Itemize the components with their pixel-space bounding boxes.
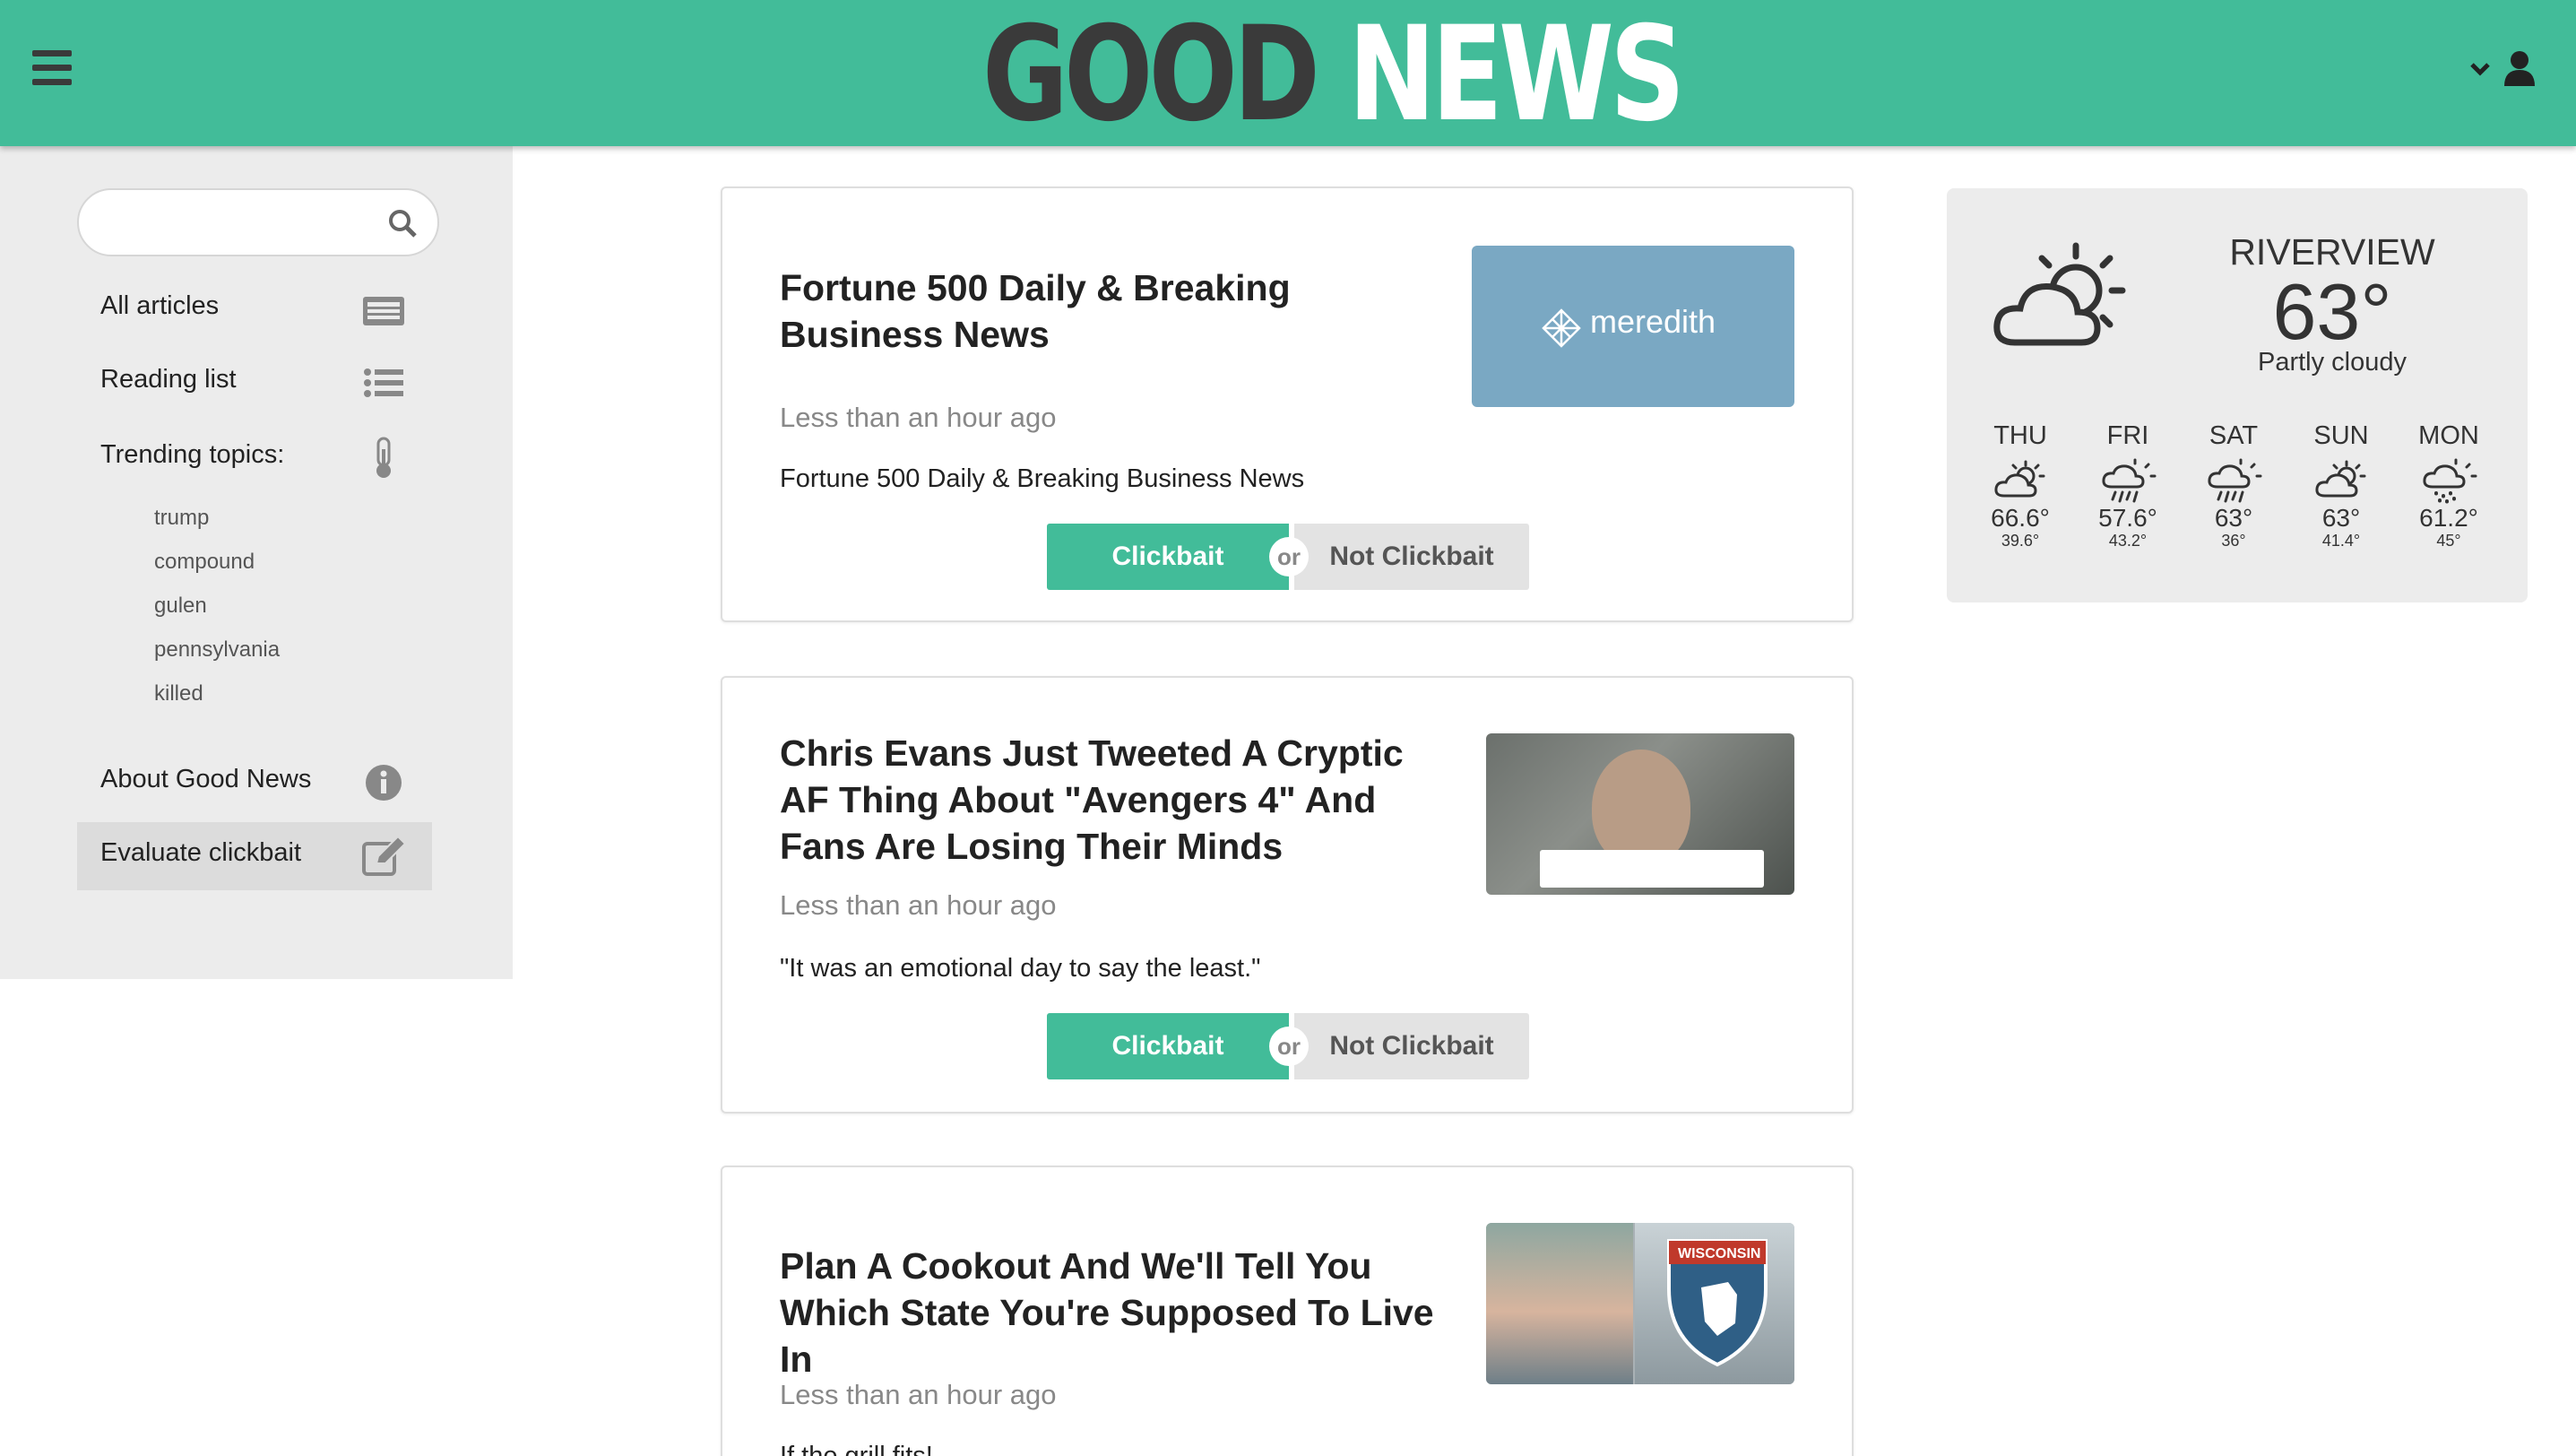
sidebar-item-evaluate-clickbait[interactable]: Evaluate clickbait (77, 822, 432, 890)
logo-good: GOOD (982, 0, 1320, 151)
sidebar-item-label: About Good News (100, 765, 312, 793)
photo-person (1486, 1223, 1633, 1384)
forecast-day-name: FRI (2106, 421, 2149, 450)
logo-news: NEWS (1348, 0, 1685, 151)
article-description: "It was an emotional day to say the leas… (780, 954, 1261, 983)
tweet-overlay (1540, 850, 1764, 888)
not-clickbait-button[interactable]: Not Clickbait (1294, 1013, 1529, 1079)
forecast-day: SUN 63° 41.4° (2293, 421, 2390, 550)
sidebar-item-label: Trending topics: (100, 440, 285, 469)
sidebar-item-trending-topics[interactable]: Trending topics: (77, 424, 432, 492)
article-description: Fortune 500 Daily & Breaking Business Ne… (780, 464, 1305, 493)
article-thumbnail[interactable]: WISCONSIN (1486, 1223, 1794, 1384)
forecast-day: THU 66.6° 39.6° (1972, 421, 2069, 550)
sidebar-item-label: Reading list (100, 365, 237, 394)
sidebar: All articles Reading list Trending topic… (0, 146, 513, 979)
or-separator: or (1269, 1027, 1309, 1066)
topic-link[interactable]: killed (154, 672, 280, 715)
edit-icon (362, 835, 407, 876)
hamburger-menu-icon[interactable] (32, 50, 72, 86)
forecast-day: SAT 63° 36° (2185, 421, 2282, 550)
sidebar-item-label: Evaluate clickbait (100, 838, 302, 867)
article-title[interactable]: Plan A Cookout And We'll Tell You Which … (780, 1243, 1461, 1382)
meredith-logo-icon (1542, 308, 1581, 348)
article-title[interactable]: Chris Evans Just Tweeted A Cryptic AF Th… (780, 730, 1461, 870)
article-thumbnail[interactable]: meredith (1472, 246, 1794, 407)
thermometer-icon (376, 437, 391, 478)
article-time: Less than an hour ago (780, 1379, 1057, 1410)
forecast-day: MON 61.2° 45° (2400, 421, 2497, 550)
info-icon (366, 765, 402, 801)
forecast-high: 63° (2321, 504, 2361, 532)
forecast-low: 45° (2436, 532, 2461, 550)
clickbait-vote: Clickbait or Not Clickbait (1047, 524, 1529, 590)
article-title[interactable]: Fortune 500 Daily & Breaking Business Ne… (780, 264, 1461, 358)
article-time: Less than an hour ago (780, 889, 1057, 921)
article-card: Plan A Cookout And We'll Tell You Which … (721, 1166, 1854, 1456)
forecast-low: 39.6° (2001, 532, 2040, 550)
article-thumbnail[interactable] (1486, 733, 1794, 895)
forecast-high: 63° (2214, 504, 2253, 532)
trending-topics-list: trump compound gulen pennsylvania killed (154, 496, 280, 715)
topic-link[interactable]: pennsylvania (154, 628, 280, 672)
article-card: Fortune 500 Daily & Breaking Business Ne… (721, 186, 1854, 622)
forecast-day-name: SAT (2209, 421, 2259, 450)
article-time: Less than an hour ago (780, 402, 1057, 433)
snow-icon (2423, 458, 2477, 504)
forecast-day-name: THU (1993, 421, 2047, 450)
article-description: If the grill fits! (780, 1442, 933, 1456)
clickbait-vote: Clickbait or Not Clickbait (1047, 1013, 1529, 1079)
chevron-down-icon[interactable] (2468, 57, 2492, 81)
not-clickbait-button[interactable]: Not Clickbait (1294, 524, 1529, 590)
search-input[interactable] (100, 203, 369, 242)
forecast-day-name: SUN (2313, 421, 2369, 450)
sidebar-item-all-articles[interactable]: All articles (77, 275, 432, 343)
newspaper-icon (363, 297, 404, 325)
forecast-high: 61.2° (2419, 504, 2478, 532)
weather-widget: RIVERVIEW 63° Partly cloudy THU 66.6° 39… (1947, 188, 2528, 602)
forecast-low: 43.2° (2108, 532, 2148, 550)
topic-link[interactable]: compound (154, 540, 280, 584)
list-icon (364, 368, 403, 397)
sidebar-item-reading-list[interactable]: Reading list (77, 349, 432, 417)
sign-text: WISCONSIN (1678, 1246, 1761, 1261)
partly-cloudy-icon (1994, 460, 2045, 498)
forecast-day-name: MON (2418, 421, 2479, 450)
partly-cloudy-icon (2315, 460, 2366, 498)
clickbait-button[interactable]: Clickbait (1047, 524, 1289, 590)
topic-link[interactable]: gulen (154, 584, 280, 628)
weather-condition: Partly cloudy (2257, 348, 2407, 377)
forecast-high: 57.6° (2098, 504, 2157, 532)
meredith-logo-text: meredith (1590, 303, 1716, 340)
forecast-high: 66.6° (1991, 504, 2050, 532)
clickbait-button[interactable]: Clickbait (1047, 1013, 1289, 1079)
sidebar-item-about[interactable]: About Good News (77, 749, 432, 817)
partly-cloudy-day-icon (1993, 242, 2126, 346)
forecast-low: 41.4° (2321, 532, 2361, 550)
user-icon[interactable] (2503, 50, 2537, 86)
photo-face (1592, 750, 1690, 866)
article-card: Chris Evans Just Tweeted A Cryptic AF Th… (721, 676, 1854, 1114)
topic-link[interactable]: trump (154, 496, 280, 540)
logo[interactable]: GOOD NEWS (982, 7, 1685, 142)
search-box (77, 188, 439, 256)
rain-icon (2102, 458, 2157, 503)
top-header: GOOD NEWS (0, 0, 2576, 146)
weather-current-temp: 63° (2272, 267, 2392, 356)
sidebar-item-label: All articles (100, 291, 220, 320)
forecast-low: 36° (2221, 532, 2246, 550)
or-separator: or (1269, 537, 1309, 576)
forecast-day: FRI 57.6° 43.2° (2079, 421, 2176, 550)
rain-icon (2208, 458, 2262, 503)
search-icon[interactable] (387, 208, 418, 238)
